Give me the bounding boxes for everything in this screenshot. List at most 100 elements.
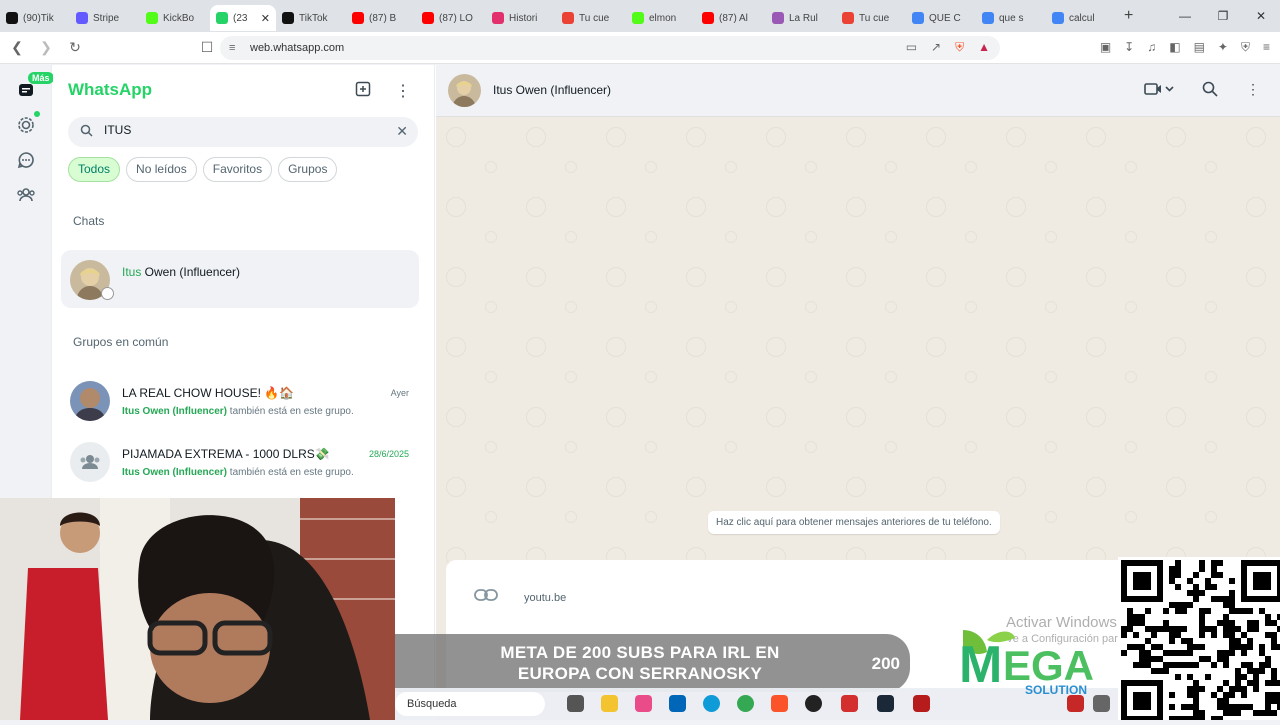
browser-tab[interactable]: calcul (1046, 5, 1116, 31)
group-time: 28/6/2025 (368, 449, 409, 459)
group-row-chow-house[interactable]: LA REAL CHOW HOUSE! 🔥🏠 Ayer Itus Owen (I… (61, 371, 419, 429)
tab-label: (87) Al (719, 12, 748, 24)
channels-nav-icon[interactable] (13, 147, 39, 173)
forward-icon[interactable]: ❯ (34, 39, 58, 56)
brave-shield-icon[interactable]: ⛨ (955, 40, 964, 55)
chat-row-itus[interactable]: Itus Owen (Influencer) (61, 250, 419, 308)
tab-favicon-icon (146, 12, 158, 24)
tab-label: QUE C (929, 12, 961, 24)
bookmark-icon[interactable]: ☐ (195, 39, 219, 56)
tab-favicon-icon (982, 12, 994, 24)
header-contact-name[interactable]: Itus Owen (Influencer) (493, 83, 611, 97)
browser-tab[interactable]: (87) LO (416, 5, 486, 31)
header-avatar[interactable] (448, 74, 481, 107)
reload-icon[interactable]: ↻ (63, 39, 87, 56)
filter-favoritos[interactable]: Favoritos (202, 157, 273, 182)
browser-tab[interactable]: TikTok (276, 5, 346, 31)
share-icon[interactable]: ↗ (931, 40, 941, 55)
goal-text: META DE 200 SUBS PARA IRL EN EUROPA CON … (500, 643, 780, 683)
new-chat-icon[interactable] (353, 81, 373, 101)
tab-label: calcul (1069, 12, 1095, 24)
chat-menu-icon[interactable]: ⋮ (1246, 81, 1260, 98)
tab-favicon-icon (912, 12, 924, 24)
install-icon[interactable]: ▭ (906, 40, 917, 55)
app-icon[interactable] (635, 695, 652, 712)
brave-icon[interactable] (771, 695, 788, 712)
wallet-icon[interactable]: ▤ (1194, 40, 1205, 55)
browser-tab[interactable]: (23 ✕ (210, 5, 276, 31)
older-messages-notice[interactable]: Haz clic aquí para obtener mensajes ante… (708, 511, 1000, 534)
mega-solution-logo: M EGA SOLUTION (955, 620, 1115, 700)
svg-text:EGA: EGA (1003, 642, 1094, 689)
close-tab-icon[interactable]: ✕ (261, 12, 270, 25)
tab-favicon-icon (282, 12, 294, 24)
group-name: LA REAL CHOW HOUSE! 🔥🏠 (122, 386, 295, 400)
browser-tab[interactable]: que s (976, 5, 1046, 31)
search-input[interactable] (104, 123, 374, 137)
group-suffix: también está en este grupo. (227, 467, 354, 478)
filter-grupos[interactable]: Grupos (278, 157, 338, 182)
link-preview-domain: youtu.be (524, 592, 567, 604)
clear-search-icon[interactable]: ✕ (396, 123, 408, 140)
minimize-icon[interactable]: — (1166, 0, 1204, 32)
group-row-pijamada[interactable]: PIJAMADA EXTREMA - 1000 DLRS💸 28/6/2025 … (61, 432, 419, 490)
tab-label: La Rul (789, 12, 818, 24)
menu-dots-icon[interactable]: ⋮ (393, 81, 413, 101)
browser-tab[interactable]: La Rul (766, 5, 836, 31)
rewards-icon[interactable]: ▲ (978, 40, 990, 55)
communities-nav-icon[interactable] (13, 182, 39, 208)
tab-label: Stripe (93, 12, 120, 24)
steam-icon[interactable] (877, 695, 894, 712)
group-member: Itus Owen (Influencer) (122, 467, 228, 478)
edge-icon[interactable] (703, 695, 720, 712)
group-subtitle: Itus Owen (Influencer) también está en e… (122, 467, 354, 478)
tab-label: Tu cue (859, 12, 890, 24)
chat-name: Itus Owen (Influencer) (122, 265, 240, 279)
browser-tab[interactable]: (90)Tik (0, 5, 70, 31)
browser-tab[interactable]: KickBo (140, 5, 210, 31)
restore-icon[interactable]: ❐ (1204, 0, 1242, 32)
chrome-icon[interactable] (737, 695, 754, 712)
filter-todos[interactable]: Todos (68, 157, 121, 182)
site-info-icon[interactable]: ≡ (229, 36, 235, 60)
browser-tab[interactable]: Stripe (70, 5, 140, 31)
leo-icon[interactable]: ✦ (1218, 40, 1228, 55)
browser-tab[interactable]: Tu cue (836, 5, 906, 31)
tab-favicon-icon (6, 12, 18, 24)
browser-tab[interactable]: elmon (626, 5, 696, 31)
tab-favicon-icon (562, 12, 574, 24)
browser-tab[interactable]: (87) B (346, 5, 416, 31)
taskbar-search[interactable]: Búsqueda (395, 692, 545, 716)
filter-no-leidos[interactable]: No leídos (126, 157, 197, 182)
explorer-icon[interactable] (601, 695, 618, 712)
music-icon[interactable]: ♫ (1147, 40, 1156, 55)
obs-icon[interactable] (805, 695, 822, 712)
screenshot-icon[interactable]: ▣ (1100, 40, 1111, 55)
close-window-icon[interactable]: ✕ (1242, 0, 1280, 32)
conversation-header: Itus Owen (Influencer) ⋮ (436, 65, 1280, 117)
sidebar-toggle-icon[interactable]: ◧ (1169, 40, 1180, 55)
address-bar: ❮ ❯ ↻ ☐ ≡ web.whatsapp.com ▭ ↗ ⛨ ▲ ▣ ↧ ♫… (0, 32, 1280, 64)
vpn-icon[interactable]: ⛨ (1241, 40, 1250, 55)
search-chat-icon[interactable] (1202, 81, 1218, 100)
browser-tab[interactable]: (87) Al (696, 5, 766, 31)
taskview-icon[interactable] (567, 695, 584, 712)
browser-tab[interactable]: Histori (486, 5, 556, 31)
group-name: PIJAMADA EXTREMA - 1000 DLRS💸 (122, 447, 330, 461)
tab-favicon-icon (632, 12, 644, 24)
groups-heading: Grupos en común (73, 335, 169, 349)
back-icon[interactable]: ❮ (5, 39, 29, 56)
video-call-icon[interactable] (1144, 81, 1174, 100)
tab-label: (87) LO (439, 12, 473, 24)
browser-tab[interactable]: QUE C (906, 5, 976, 31)
url-field[interactable]: ≡ web.whatsapp.com (220, 36, 1000, 60)
group-default-avatar (70, 442, 110, 482)
streamlabs-icon[interactable] (841, 695, 858, 712)
app-title: WhatsApp (68, 80, 153, 99)
download-icon[interactable]: ↧ (1124, 40, 1134, 55)
dota-icon[interactable] (913, 695, 930, 712)
store-icon[interactable] (669, 695, 686, 712)
new-tab-icon[interactable]: + (1124, 7, 1133, 25)
menu-icon[interactable]: ≡ (1263, 40, 1270, 55)
browser-tab[interactable]: Tu cue (556, 5, 626, 31)
